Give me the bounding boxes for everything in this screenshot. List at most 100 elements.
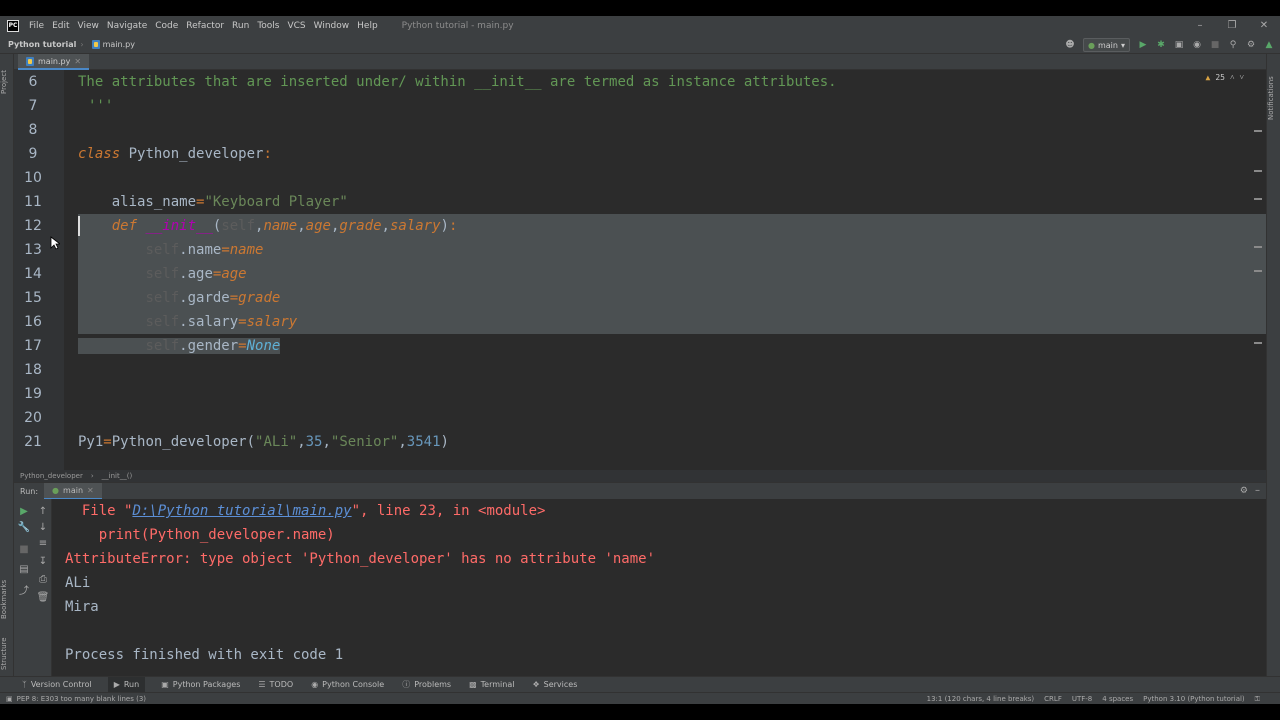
scroll-marker bbox=[1254, 170, 1262, 172]
print-icon[interactable]: ⎙ bbox=[36, 573, 50, 587]
left-tool-strip: Project Bookmarks Structure bbox=[0, 54, 14, 676]
trace-prefix: File " bbox=[65, 503, 133, 519]
status-widgets: 13:1 (120 chars, 4 line breaks) CRLF UTF… bbox=[927, 693, 1260, 704]
scroll-up-icon[interactable]: ↑ bbox=[36, 505, 50, 519]
close-tab-icon[interactable]: ✕ bbox=[87, 486, 94, 495]
tool-label: Services bbox=[543, 680, 578, 689]
wrench-icon[interactable]: 🔧 bbox=[17, 521, 31, 535]
code-line: 13 self.name=name bbox=[14, 238, 1266, 262]
tool-label: Python Packages bbox=[172, 680, 241, 689]
window-title: Python tutorial - main.py bbox=[401, 21, 514, 31]
caret-position[interactable]: 13:1 (120 chars, 4 line breaks) bbox=[927, 695, 1035, 703]
tool-services[interactable]: ❖ Services bbox=[530, 677, 579, 693]
nav-toolbar: ☻ ● main ▾ ▶ ✱ ▣ ◉ ■ ⚲ ⚙ ▲ bbox=[1065, 36, 1280, 54]
tool-python-packages[interactable]: ▣ Python Packages bbox=[159, 677, 242, 693]
menu-refactor[interactable]: Refactor bbox=[182, 21, 228, 31]
line-number: 15 bbox=[24, 290, 42, 306]
file-link[interactable]: D:\Python tutorial\main.py bbox=[132, 503, 351, 519]
line-number: 14 bbox=[24, 266, 42, 282]
breadcrumb-file-label: main.py bbox=[102, 40, 135, 49]
settings-gear-icon[interactable]: ⚙ bbox=[1246, 40, 1256, 50]
layout-icon[interactable]: ▤ bbox=[17, 563, 31, 577]
pin-icon[interactable]: ⤴ bbox=[17, 585, 31, 599]
restore-icon[interactable]: ❐ bbox=[1216, 16, 1248, 36]
run-configuration-select[interactable]: ● main ▾ bbox=[1083, 38, 1130, 52]
breadcrumb-file[interactable]: main.py bbox=[84, 40, 139, 49]
tool-terminal[interactable]: ▩ Terminal bbox=[467, 677, 516, 693]
close-tab-icon[interactable]: ✕ bbox=[74, 57, 81, 66]
scroll-down-icon[interactable]: ↓ bbox=[36, 521, 50, 535]
python-config-icon: ● bbox=[1088, 40, 1095, 50]
line-number: 16 bbox=[24, 314, 42, 330]
soft-wrap-icon[interactable]: ≡ bbox=[36, 537, 50, 551]
rerun-icon[interactable]: ▶ bbox=[17, 505, 31, 519]
menu-file[interactable]: File bbox=[25, 21, 48, 31]
run-console-output[interactable]: File "D:\Python tutorial\main.py", line … bbox=[52, 499, 1266, 692]
settings-gear-icon[interactable]: ⚙ bbox=[1240, 486, 1248, 496]
code-text: def __init__(self,name,age,grade,salary)… bbox=[111, 218, 458, 234]
scroll-to-end-icon[interactable]: ↧ bbox=[36, 555, 50, 569]
python-file-icon bbox=[91, 40, 100, 49]
tool-python-console[interactable]: ◉ Python Console bbox=[309, 677, 386, 693]
notifications-tool-button[interactable]: Notifications bbox=[1267, 68, 1280, 128]
status-message-icon: ▣ bbox=[6, 694, 13, 703]
code-line: 16 self.salary=salary bbox=[14, 310, 1266, 334]
bookmarks-tool-button[interactable]: Bookmarks bbox=[0, 574, 14, 624]
menu-help[interactable]: Help bbox=[353, 21, 382, 31]
code-line: 18 bbox=[14, 358, 1266, 382]
close-window-icon[interactable]: ✕ bbox=[1248, 16, 1280, 36]
breadcrumb-project[interactable]: Python tutorial bbox=[0, 40, 80, 49]
menu-tools[interactable]: Tools bbox=[253, 21, 283, 31]
code-text: self.garde=grade bbox=[145, 290, 281, 306]
python-interpreter[interactable]: Python 3.10 (Python tutorial) bbox=[1143, 695, 1245, 703]
menu-navigate[interactable]: Navigate bbox=[103, 21, 151, 31]
update-icon[interactable]: ▲ bbox=[1264, 40, 1274, 50]
line-number: 20 bbox=[24, 410, 42, 426]
console-line: print(Python_developer.name) bbox=[65, 527, 335, 543]
stop-icon[interactable]: ■ bbox=[17, 543, 31, 557]
breadcrumb-method[interactable]: __init__() bbox=[102, 472, 133, 480]
breadcrumb-class[interactable]: Python_developer bbox=[20, 472, 83, 480]
lock-icon[interactable]: ⚿ bbox=[1255, 695, 1260, 704]
line-number: 11 bbox=[24, 194, 42, 210]
menu-run[interactable]: Run bbox=[228, 21, 253, 31]
tool-problems[interactable]: ⓘ Problems bbox=[400, 677, 453, 693]
menu-code[interactable]: Code bbox=[151, 21, 182, 31]
menu-view[interactable]: View bbox=[74, 21, 103, 31]
run-tab-main[interactable]: ● main ✕ bbox=[44, 482, 102, 500]
search-icon[interactable]: ⚲ bbox=[1228, 40, 1238, 50]
hide-panel-icon[interactable]: – bbox=[1255, 485, 1260, 496]
structure-tool-button[interactable]: Structure bbox=[0, 632, 14, 676]
code-text: class Python_developer: bbox=[78, 146, 272, 162]
project-tool-button[interactable]: Project bbox=[0, 62, 14, 102]
tool-run[interactable]: ▶ Run bbox=[107, 676, 146, 693]
coverage-icon[interactable]: ▣ bbox=[1174, 40, 1184, 50]
minimize-icon[interactable]: – bbox=[1184, 16, 1216, 36]
file-encoding[interactable]: UTF-8 bbox=[1072, 695, 1092, 703]
console-line: Process finished with exit code 1 bbox=[65, 647, 344, 663]
code-line: 10 bbox=[14, 166, 1266, 190]
tool-version-control[interactable]: ᛉ Version Control bbox=[20, 677, 94, 693]
stop-icon[interactable]: ■ bbox=[1210, 40, 1220, 50]
code-editor[interactable]: ▲ 25 ˄ ˅ 6 The attributes that are inser… bbox=[14, 70, 1266, 470]
menu-vcs[interactable]: VCS bbox=[283, 21, 309, 31]
profile-icon[interactable]: ◉ bbox=[1192, 40, 1202, 50]
trash-icon[interactable]: 🗑 bbox=[36, 591, 50, 605]
run-icon[interactable]: ▶ bbox=[1138, 40, 1148, 50]
tool-todo[interactable]: ☰ TODO bbox=[256, 677, 295, 693]
code-text: The attributes that are inserted under/ … bbox=[78, 74, 837, 90]
code-text: Py1=Python_developer("ALi",35,"Senior",3… bbox=[78, 434, 449, 450]
line-separator[interactable]: CRLF bbox=[1044, 695, 1062, 703]
tool-label: TODO bbox=[269, 680, 294, 689]
debug-icon[interactable]: ✱ bbox=[1156, 40, 1166, 50]
code-text: self.gender=None bbox=[78, 334, 281, 358]
code-line: 15 self.garde=grade bbox=[14, 286, 1266, 310]
editor-tab-main-py[interactable]: main.py ✕ bbox=[18, 54, 90, 70]
line-number: 9 bbox=[28, 146, 38, 162]
user-icon[interactable]: ☻ bbox=[1065, 40, 1075, 50]
menu-edit[interactable]: Edit bbox=[48, 21, 73, 31]
code-breadcrumb: Python_developer › __init__() bbox=[14, 470, 1266, 482]
status-message[interactable]: PEP 8: E303 too many blank lines (3) bbox=[17, 695, 146, 703]
indent-setting[interactable]: 4 spaces bbox=[1102, 695, 1133, 703]
menu-window[interactable]: Window bbox=[310, 21, 354, 31]
